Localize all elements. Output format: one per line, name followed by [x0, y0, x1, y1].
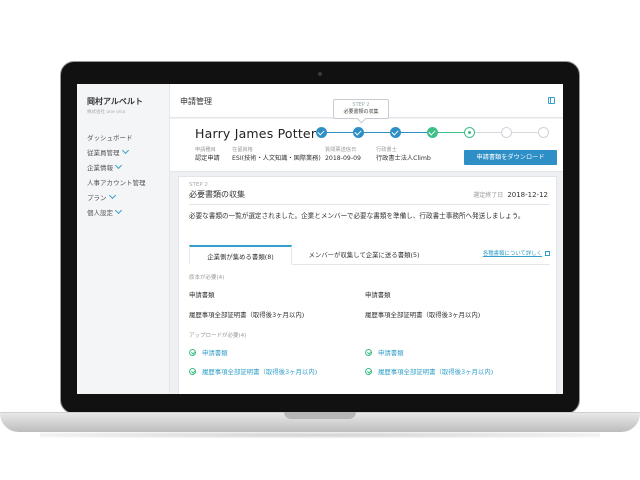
sidebar-item-label: プラン — [87, 194, 107, 202]
meta-label: 在留資格 — [232, 147, 253, 153]
meta-label: 行政書士 — [376, 147, 397, 153]
chevron-down-icon — [114, 206, 123, 215]
check-circle-icon — [189, 368, 196, 375]
step-5-current[interactable] — [464, 127, 475, 138]
download-documents-button[interactable]: 申請書類をダウンロード — [464, 150, 557, 165]
panel-toggle-icon[interactable] — [548, 97, 555, 104]
meta-application-type: 申請種目 認定申請 — [195, 146, 220, 163]
step-1-complete[interactable] — [316, 127, 327, 138]
meta-residence-status: 在留資格 ESI(技術・人文知識・国際業務) — [232, 146, 321, 163]
sidebar-item-company-info[interactable]: 企業情報 — [87, 161, 169, 176]
card-step: STEP 2 — [189, 182, 208, 188]
applicant-name: Harry James Potter — [195, 126, 317, 141]
company-subtitle: 株式会社 one visa — [87, 110, 126, 115]
chevron-down-icon — [114, 161, 123, 170]
upload-doc-item[interactable]: 申請書類 — [365, 348, 404, 357]
check-circle-icon — [365, 368, 372, 375]
step-tooltip: STEP 2 必要書類の収集 — [333, 99, 389, 119]
deadline: 選定終了日 2018-12-12 — [473, 190, 548, 199]
original-doc-item: 履歴事項全部証明書（取得後3ヶ月以内) — [365, 311, 481, 319]
chevron-down-icon — [108, 191, 116, 200]
meta-questionnaire-date: 質問票送信日 2018-09-09 — [325, 146, 361, 163]
stepper-line-done — [322, 132, 433, 134]
step-7-pending[interactable] — [538, 127, 549, 138]
divider — [189, 204, 550, 205]
progress-stepper — [316, 127, 550, 139]
page-title: 申請管理 — [180, 97, 212, 106]
link-label: 各種書類について詳しく — [482, 251, 542, 257]
card-description: 必要な書類の一覧が選定されました。企業とメンバーで必要な書類を準備し、行政書士事… — [189, 212, 525, 220]
sidebar-item-personal-settings[interactable]: 個人設定 — [87, 206, 169, 221]
meta-administrative-scrivener: 行政書士 行政書士法人Climb — [376, 146, 431, 163]
tab-label: メンバーが収集して企業に送る書類(5) — [308, 251, 420, 259]
meta-label: 申請種目 — [195, 147, 216, 153]
meta-value: 2018-09-09 — [325, 155, 361, 162]
tab-company-documents[interactable]: 企業側が集める書類(8) — [189, 245, 292, 265]
sidebar-item-plan[interactable]: プラン — [87, 191, 169, 206]
sidebar-nav: ダッシュボード 従業員管理 企業情報 人事アカウント管理 プラン 個人設定 — [87, 131, 169, 221]
tab-member-documents[interactable]: メンバーが収集して企業に送る書類(5) — [293, 245, 435, 265]
sidebar-item-label: 企業情報 — [87, 164, 113, 172]
tooltip-label: 必要書類の収集 — [343, 109, 379, 115]
original-doc-item: 申請書類 — [189, 291, 215, 299]
sidebar-item-employees[interactable]: 従業員管理 — [87, 146, 169, 161]
documents-card: STEP 2 必要書類の収集 選定終了日 2018-12-12 必要な書類の一覧が… — [178, 176, 557, 394]
step-6-pending[interactable] — [501, 127, 512, 138]
meta-value: 認定申請 — [195, 155, 220, 162]
meta-label: 質問票送信日 — [325, 147, 357, 153]
meta-value: ESI(技術・人文知識・国際業務) — [232, 155, 321, 162]
upload-doc-label: 申請書類 — [378, 349, 404, 357]
sidebar-item-dashboard[interactable]: ダッシュボード — [87, 131, 169, 146]
laptop-notch — [284, 412, 356, 419]
upload-header: アップロードが必要(4) — [189, 333, 247, 339]
deadline-value: 2018-12-12 — [507, 191, 548, 199]
sidebar-item-label: 個人設定 — [87, 209, 113, 217]
company-name: 岡村アルベルト — [87, 97, 143, 106]
sidebar: 岡村アルベルト 株式会社 one visa ダッシュボード 従業員管理 企業情報… — [77, 84, 170, 394]
step-3-complete[interactable] — [390, 127, 401, 138]
upload-doc-label: 履歴事項全部証明書（取得後3ヶ月以内) — [202, 368, 318, 376]
step-2-complete[interactable] — [353, 127, 364, 138]
laptop-mockup: 岡村アルベルト 株式会社 one visa ダッシュボード 従業員管理 企業情報… — [0, 0, 640, 480]
step-4-complete[interactable] — [427, 127, 438, 138]
upload-doc-label: 履歴事項全部証明書（取得後3ヶ月以内) — [378, 368, 494, 376]
app-screen: 岡村アルベルト 株式会社 one visa ダッシュボード 従業員管理 企業情報… — [77, 84, 563, 394]
deadline-label: 選定終了日 — [473, 192, 504, 199]
originals-header: 原本が必要(4) — [189, 275, 225, 281]
sidebar-item-label: 人事アカウント管理 — [87, 179, 146, 187]
tab-label: 企業側が集める書類(8) — [207, 253, 274, 261]
laptop-shadow — [40, 432, 600, 438]
document-info-link[interactable]: 各種書類について詳しく — [483, 245, 550, 263]
applicant-header: Harry James Potter 申請種目 認定申請 在留資格 ESI(技術… — [170, 119, 563, 172]
sidebar-item-label: ダッシュボード — [87, 134, 133, 142]
upload-doc-item[interactable]: 履歴事項全部証明書（取得後3ヶ月以内) — [365, 367, 493, 376]
sidebar-item-hr-accounts[interactable]: 人事アカウント管理 — [87, 176, 169, 191]
card-title: 必要書類の収集 — [189, 190, 245, 199]
check-circle-icon — [189, 349, 196, 356]
external-link-icon — [545, 251, 550, 256]
upload-doc-item[interactable]: 履歴事項全部証明書（取得後3ヶ月以内) — [189, 367, 317, 376]
original-doc-item: 履歴事項全部証明書（取得後3ヶ月以内) — [189, 311, 305, 319]
chevron-down-icon — [121, 146, 129, 155]
upload-doc-item[interactable]: 申請書類 — [189, 348, 228, 357]
original-doc-item: 申請書類 — [365, 291, 391, 299]
main-content: 申請管理 Harry James Potter 申請種目 認定申請 在留資格 E… — [170, 84, 563, 394]
upload-doc-label: 申請書類 — [202, 349, 228, 357]
check-circle-icon — [365, 349, 372, 356]
meta-value: 行政書士法人Climb — [376, 155, 431, 162]
sidebar-item-label: 従業員管理 — [87, 149, 120, 157]
document-tabs: 企業側が集める書類(8) メンバーが収集して企業に送る書類(5) 各種書類につい… — [189, 245, 550, 265]
camera-icon — [318, 72, 322, 76]
